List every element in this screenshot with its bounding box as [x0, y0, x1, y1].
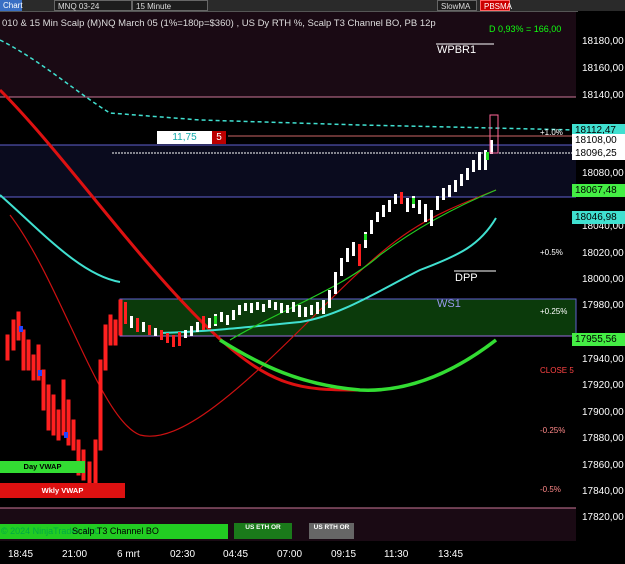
price-badge-green: 18067,48 — [572, 184, 625, 197]
us-eth-or-button[interactable]: US ETH OR — [234, 523, 292, 539]
price-tick: 17920,00 — [582, 380, 624, 391]
pct-label: +1.0% — [540, 128, 563, 137]
pnl-readout: D 0,93% = 166,00 — [489, 24, 562, 34]
price-tick: 18180,00 — [582, 36, 624, 47]
price-tick: 17940,00 — [582, 354, 624, 365]
price-badge-green2: 17955,56 — [572, 333, 625, 346]
price-tick: 18000,00 — [582, 274, 624, 285]
price-tick: 17840,00 — [582, 486, 624, 497]
price-tick: 17880,00 — [582, 433, 624, 444]
time-tick: 07:00 — [277, 549, 303, 560]
time-tick: 6 mrt — [117, 549, 140, 560]
price-tick: 17820,00 — [582, 512, 624, 523]
pct-label: +0.5% — [540, 248, 563, 257]
pct-label: +0.25% — [540, 307, 568, 316]
time-tick: 02:30 — [170, 549, 196, 560]
price-badge-cyan2: 18046,98 — [572, 211, 625, 224]
dpp-label: DPP — [455, 272, 478, 284]
price-badge-last: 18108,00 — [572, 134, 625, 147]
price-tick: 17900,00 — [582, 407, 624, 418]
order-count-box[interactable]: 5 — [212, 131, 226, 144]
time-tick: 21:00 — [62, 549, 88, 560]
price-badge-current: 18096,25 — [572, 147, 625, 160]
time-tick: 13:45 — [438, 549, 464, 560]
pct-label: CLOSE 5 — [540, 366, 574, 375]
wpbr1-label: WPBR1 — [437, 44, 477, 56]
us-rth-or-button[interactable]: US RTH OR — [309, 523, 354, 539]
price-tick: 18020,00 — [582, 248, 624, 259]
order-qty-box[interactable]: 11,75 — [157, 131, 212, 144]
weekly-vwap-badge: Wkly VWAP — [0, 483, 125, 498]
price-tick: 18140,00 — [582, 90, 624, 101]
scalp-label[interactable]: Scalp T3 Channel BO — [72, 524, 159, 539]
time-tick: 09:15 — [331, 549, 357, 560]
time-tick: 04:45 — [223, 549, 249, 560]
pct-label: -0.25% — [540, 426, 566, 435]
day-vwap-badge: Day VWAP — [0, 461, 85, 473]
price-tick: 17980,00 — [582, 300, 624, 311]
time-axis[interactable] — [0, 541, 625, 564]
chart-title: 010 & 15 Min Scalp (M)NQ March 05 (1%=18… — [2, 18, 436, 29]
pct-label: -0.5% — [540, 485, 561, 494]
ws1-label: WS1 — [437, 298, 461, 310]
price-tick: 18080,00 — [582, 168, 624, 179]
time-tick: 11:30 — [384, 549, 409, 560]
chart-window: Chart MNQ 03-24 15 Minute SlowMA PBSMA 0… — [0, 0, 625, 564]
time-tick: 18:45 — [8, 549, 34, 560]
price-chart[interactable] — [0, 0, 625, 564]
ws1-channel — [119, 298, 577, 337]
price-tick: 18160,00 — [582, 63, 624, 74]
price-tick: 17860,00 — [582, 460, 624, 471]
